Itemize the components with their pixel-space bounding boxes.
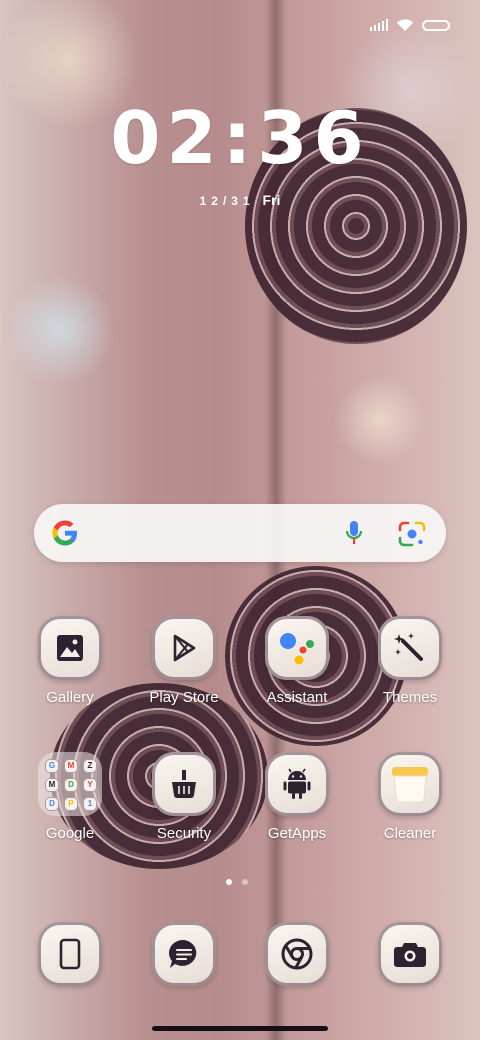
app-assistant[interactable]: Assistant [247,616,347,707]
folder-google[interactable]: G M Z M D Y D P 1 Google [20,752,120,843]
android-icon[interactable] [265,752,329,816]
app-label-gallery: Gallery [46,689,94,706]
app-getapps[interactable]: GetApps [247,752,347,843]
dock-camera[interactable] [360,922,460,986]
google-g-icon [52,520,77,546]
mini-google-icon: G [45,759,59,773]
mini-duo-icon: D [45,797,59,811]
app-label-getapps: GetApps [267,825,327,842]
mini-one-icon: 1 [83,797,97,811]
home-gesture-bar[interactable] [152,1026,328,1031]
clock-time[interactable]: 02:36 [0,98,480,178]
battery-icon [422,19,450,31]
mini-drive-icon: D [64,778,78,792]
weekday-text: Fri [262,192,281,208]
page-dot-active [226,879,232,885]
app-security[interactable]: Security [134,752,234,843]
chrome-icon[interactable] [265,922,329,986]
camera-icon[interactable] [378,922,442,986]
google-search-bar[interactable] [34,504,446,562]
play-store-icon[interactable] [152,616,216,680]
mini-youtube-icon: Y [83,778,97,792]
magic-wand-icon[interactable] [378,616,442,680]
folder-icon[interactable]: G M Z M D Y D P 1 [38,752,102,816]
dock-messages[interactable] [134,922,234,986]
app-label-cleaner: Cleaner [383,825,437,842]
cellular-signal-icon [370,19,388,31]
app-label-themes: Themes [382,689,438,706]
app-gallery[interactable]: Gallery [20,616,120,707]
phone-icon[interactable] [38,922,102,986]
app-label-assistant: Assistant [266,689,328,706]
app-label-play-store: Play Store [149,689,219,706]
wifi-icon [396,19,414,31]
app-label-google: Google [45,825,95,842]
mini-photos-icon: P [64,797,78,811]
date-text: 12/31 [199,194,255,208]
dock-phone[interactable] [20,922,120,986]
app-play-store[interactable]: Play Store [134,616,234,707]
app-themes[interactable]: Themes [360,616,460,707]
assistant-icon[interactable] [265,616,329,680]
app-label-security: Security [156,825,212,842]
mini-maps-icon: M [45,778,59,792]
google-lens-icon[interactable] [398,521,426,547]
dock-chrome[interactable] [247,922,347,986]
status-bar [370,18,450,32]
page-indicator [226,879,248,885]
gallery-icon[interactable] [38,616,102,680]
microphone-icon[interactable] [344,519,364,547]
mini-gmail-icon: M [64,759,78,773]
app-cleaner[interactable]: Cleaner [360,752,460,843]
mini-zoom-icon: Z [83,759,97,773]
page-dot [242,879,248,885]
clock-date[interactable]: 12/31 Fri [0,192,480,208]
security-broom-icon[interactable] [152,752,216,816]
cleaner-bin-icon[interactable] [378,752,442,816]
messages-icon[interactable] [152,922,216,986]
